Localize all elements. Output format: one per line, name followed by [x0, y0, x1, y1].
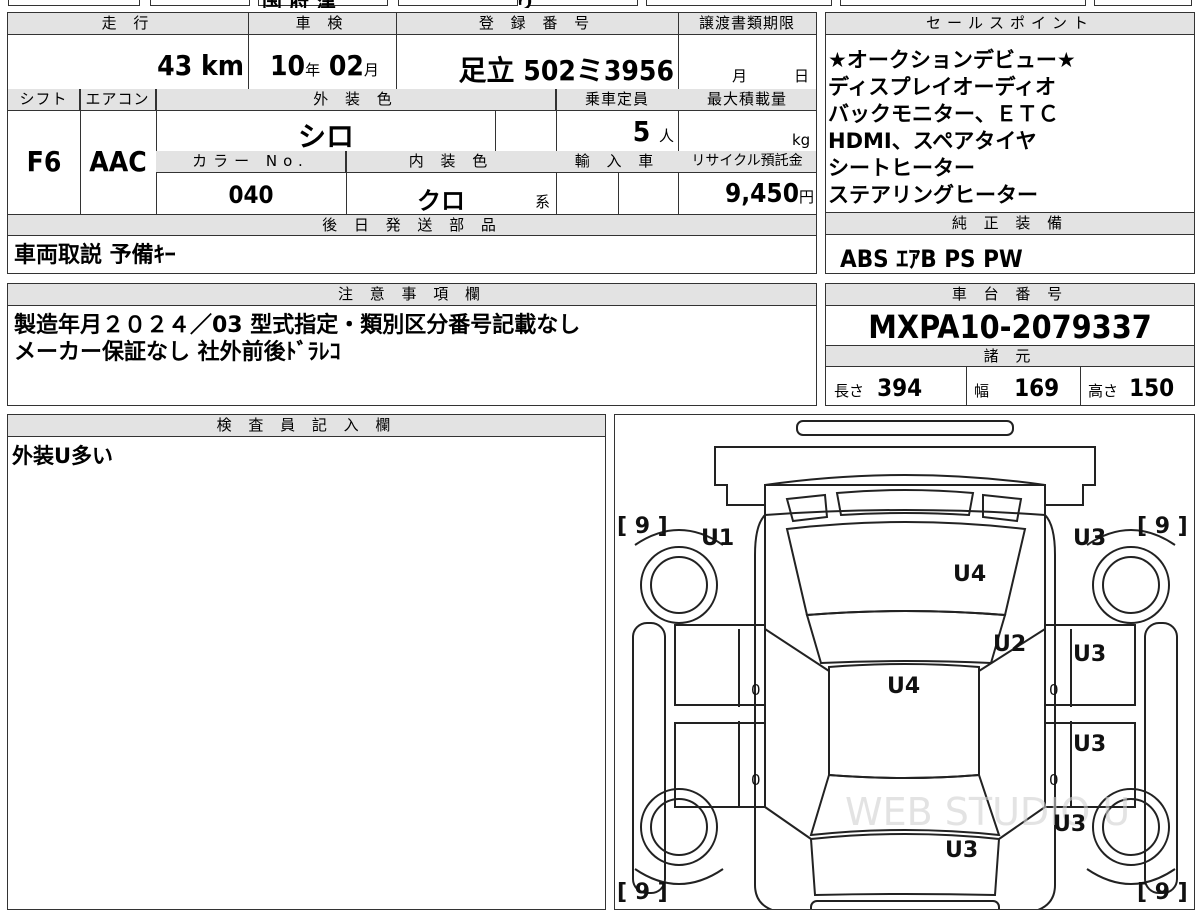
tire-mark-front-left: [ 9 ] — [617, 880, 668, 905]
damage-code: U1 — [701, 526, 734, 551]
chassis-number-value: MXPA10-2079337 — [868, 308, 1152, 346]
recycle-fee-unit: 円 — [798, 188, 814, 206]
registration-number: 足立 502ミ3956 — [458, 54, 674, 87]
spec-height-label: 高さ — [1088, 382, 1119, 400]
header-later-parts: 後 日 発 送 部 品 — [8, 214, 816, 236]
notes-panel: 注 意 事 項 欄 製造年月２０２４／03 型式指定・類別区分番号記載なし メー… — [7, 283, 817, 406]
zero-mark: 0 — [751, 681, 761, 699]
header-capacity: 乗車定員 — [556, 89, 678, 111]
spec-width-label: 幅 — [974, 382, 990, 400]
header-import: 輸 入 車 — [556, 151, 678, 173]
sales-point-item: シートヒーター — [828, 156, 975, 180]
car-body-diagram: WEB STUDIO U [ 9 ] [ 9 ] [ 9 ] [ 9 ] U1 … — [617, 420, 1188, 909]
exterior-color-value: シロ — [297, 120, 354, 153]
capacity-unit: 人 — [658, 127, 674, 145]
spec-length-value: 394 — [877, 374, 923, 402]
tire-mark-rear-right: [ 9 ] — [1137, 514, 1188, 539]
sales-point-item: ★オークションデビュー★ — [828, 48, 1076, 72]
top-strip: 国 府 津 り — [0, 0, 1200, 8]
sales-point-item: HDMI、スペアタイヤ — [828, 129, 1037, 153]
shift-value: F6 — [26, 145, 62, 178]
header-notes: 注 意 事 項 欄 — [8, 284, 816, 306]
genuine-equipment-value: ABS ｴｱB PS PW — [840, 245, 1023, 273]
damage-code: U3 — [1073, 642, 1106, 667]
header-color-no: カラー No. — [156, 151, 346, 173]
sales-point-item: バックモニター、ＥＴＣ — [828, 102, 1059, 126]
inspection-month-unit: 月 — [363, 61, 379, 79]
zero-mark: 0 — [751, 771, 761, 789]
later-parts-value: 車両取説 予備ｷｰ — [14, 243, 176, 268]
damage-code: U3 — [1073, 526, 1106, 551]
sales-points-panel: セールスポイント ★オークションデビュー★ ディスプレイオーディオ バックモニタ… — [825, 12, 1195, 213]
interior-color-suffix: 系 — [535, 193, 551, 211]
inspection-year-unit: 年 — [305, 61, 321, 79]
header-interior-color: 内 装 色 — [346, 151, 556, 173]
sales-point-item: ステアリングヒーター — [828, 183, 1038, 207]
top-strip-fragment-left: 国 府 津 — [262, 0, 336, 8]
damage-code: U2 — [993, 632, 1026, 657]
header-exterior-color: 外 装 色 — [156, 89, 556, 111]
damage-diagram-panel: WEB STUDIO U [ 9 ] [ 9 ] [ 9 ] [ 9 ] U1 … — [614, 414, 1195, 910]
vehicle-info-table: 走 行 車 検 登 録 番 号 譲渡書類期限 43 km 10年 02月 足立 … — [7, 12, 817, 274]
genuine-equipment-panel: 純 正 装 備 ABS ｴｱB PS PW — [825, 212, 1195, 274]
mileage-unit: km — [201, 49, 244, 82]
chassis-panel: 車 台 番 号 MXPA10-2079337 諸 元 長さ 394 幅 169 … — [825, 283, 1195, 406]
deadline-day-unit: 日 — [794, 67, 810, 85]
deadline-month-unit: 月 — [732, 67, 748, 85]
diagram-watermark: WEB STUDIO U — [845, 790, 1130, 834]
recycle-fee-value: 9,450 — [724, 179, 799, 209]
mileage-value: 43 — [157, 49, 193, 82]
header-max-load: 最大積載量 — [678, 89, 816, 111]
sales-point-item: ディスプレイオーディオ — [828, 75, 1057, 99]
zero-mark: 0 — [1049, 771, 1059, 789]
top-strip-fragment-right: り — [515, 0, 535, 8]
damage-code: U4 — [953, 562, 986, 587]
header-aircon: エアコン — [80, 89, 156, 111]
inspection-year: 10 — [270, 49, 306, 82]
inspection-month: 02 — [328, 49, 364, 82]
header-chassis-number: 車 台 番 号 — [826, 284, 1194, 306]
max-load-unit: kg — [792, 131, 811, 149]
note-line: メーカー保証なし 社外前後ﾄﾞﾗﾚｺ — [14, 340, 341, 365]
header-registration: 登 録 番 号 — [396, 13, 678, 35]
damage-code: U3 — [1053, 812, 1086, 837]
damage-code: U4 — [887, 674, 920, 699]
header-inspector: 検 査 員 記 入 欄 — [8, 415, 605, 437]
header-specs: 諸 元 — [826, 345, 1194, 367]
header-transfer-deadline: 譲渡書類期限 — [678, 13, 816, 35]
spec-length-label: 長さ — [834, 382, 865, 400]
damage-code: U3 — [1073, 732, 1106, 757]
header-mileage: 走 行 — [8, 13, 248, 35]
spec-height-value: 150 — [1129, 374, 1175, 402]
sales-points-list: ★オークションデビュー★ ディスプレイオーディオ バックモニター、ＥＴＣ HDM… — [828, 47, 1076, 209]
header-shift: シフト — [8, 89, 80, 111]
header-sales-point: セールスポイント — [826, 13, 1194, 35]
damage-code: U3 — [945, 838, 978, 863]
color-no-value: 040 — [228, 181, 274, 209]
spec-width-value: 169 — [1014, 374, 1060, 402]
interior-color-value: クロ — [417, 187, 465, 215]
capacity-value: 5 — [632, 115, 651, 148]
inspector-comment: 外装U多い — [12, 444, 114, 468]
header-genuine-equipment: 純 正 装 備 — [826, 213, 1194, 235]
tire-mark-rear-left: [ 9 ] — [617, 514, 668, 539]
zero-mark: 0 — [1049, 681, 1059, 699]
tire-mark-front-right: [ 9 ] — [1137, 880, 1188, 905]
aircon-value: AAC — [89, 145, 147, 178]
inspector-panel: 検 査 員 記 入 欄 外装U多い — [7, 414, 606, 910]
header-inspection: 車 検 — [248, 13, 396, 35]
header-recycle-fee: リサイクル預託金 — [678, 151, 816, 173]
note-line: 製造年月２０２４／03 型式指定・類別区分番号記載なし — [14, 313, 581, 338]
